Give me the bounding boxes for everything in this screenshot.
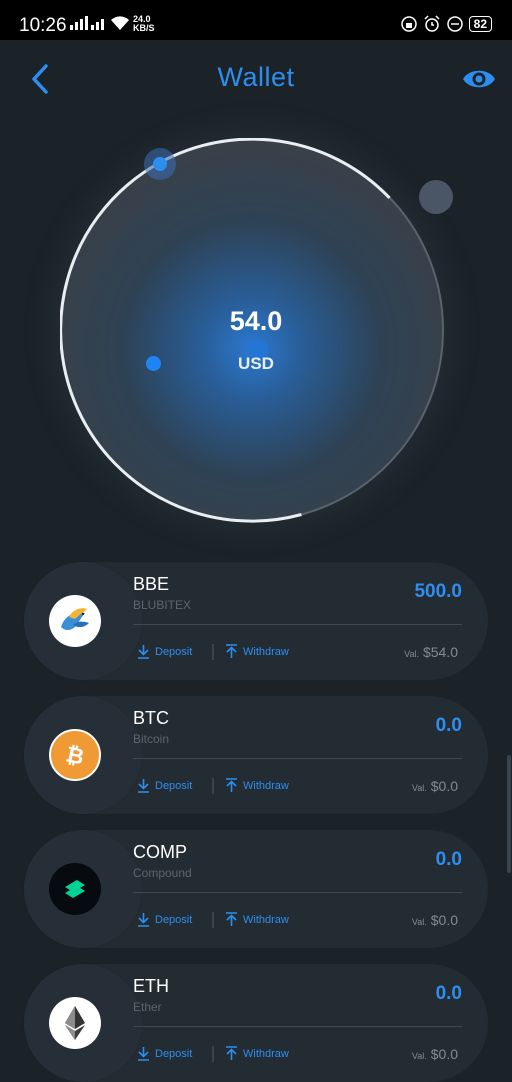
action-divider (212, 1046, 214, 1062)
token-value-amount: $54.0 (422, 644, 458, 660)
token-card-eth[interactable]: ETH Ether 0.0 Deposit Withdraw Val. $0.0 (24, 964, 488, 1082)
divider (133, 624, 462, 625)
signal-icon (70, 16, 104, 30)
token-value: Val. $0.0 (412, 912, 458, 928)
orb-grey-dot (419, 180, 453, 214)
visibility-toggle-button[interactable] (462, 66, 496, 92)
token-value-amount: $0.0 (430, 912, 458, 928)
compound-icon (49, 863, 101, 915)
val-prefix: Val. (411, 783, 427, 793)
token-name: Ether (133, 1000, 162, 1014)
upload-icon (226, 644, 237, 658)
ethereum-icon (49, 997, 101, 1049)
token-symbol: ETH (133, 976, 169, 996)
withdraw-button[interactable]: Withdraw (225, 778, 289, 793)
token-value: Val. $0.0 (412, 778, 458, 794)
token-value-amount: $0.0 (430, 1046, 458, 1062)
val-prefix: Val. (404, 649, 419, 659)
download-icon (138, 1047, 149, 1061)
withdraw-label: Withdraw (243, 779, 289, 792)
token-value: Val. $54.0 (404, 644, 458, 660)
token-value-amount: $0.0 (430, 778, 458, 794)
token-balance: 0.0 (435, 715, 462, 736)
deposit-button[interactable]: Deposit (137, 912, 192, 927)
token-card-btc[interactable]: ₿ BTC Bitcoin 0.0 Deposit Withdraw Val. $… (24, 696, 488, 814)
token-name: Bitcoin (133, 732, 170, 746)
withdraw-label: Withdraw (243, 913, 289, 926)
withdraw-button[interactable]: Withdraw (225, 644, 289, 659)
token-balance: 0.0 (435, 983, 462, 1004)
status-bar: 10:26 24.0 KB/S 82 (0, 0, 512, 40)
withdraw-label: Withdraw (243, 1047, 289, 1060)
deposit-label: Deposit (155, 779, 193, 792)
token-balance: 500.0 (414, 581, 462, 602)
action-divider (212, 644, 214, 660)
deposit-label: Deposit (155, 645, 193, 658)
svg-text:₿: ₿ (63, 742, 86, 770)
upload-icon (226, 778, 237, 792)
token-symbol: COMP (133, 842, 187, 862)
page-title: Wallet (217, 62, 295, 92)
download-icon (138, 913, 149, 927)
deposit-button[interactable]: Deposit (137, 644, 192, 659)
deposit-button[interactable]: Deposit (137, 1046, 192, 1061)
alarm-icon (424, 15, 440, 32)
action-divider (212, 778, 214, 794)
download-icon (138, 645, 149, 659)
network-speed: 24.0 KB/S (133, 15, 155, 33)
token-value: Val. $0.0 (412, 1046, 458, 1062)
dnd-icon (446, 15, 463, 32)
divider (133, 1026, 462, 1027)
token-card-bbe[interactable]: BBE BLUBITEX 500.0 Deposit Withdraw Val.… (24, 562, 488, 680)
orb-slider-knob[interactable] (153, 157, 167, 171)
withdraw-button[interactable]: Withdraw (225, 1046, 289, 1061)
blubitex-bird-icon (49, 595, 101, 647)
token-name: BLUBITEX (133, 598, 192, 612)
status-time: 10:26 (19, 15, 67, 36)
token-card-comp[interactable]: COMP Compound 0.0 Deposit Withdraw Val. $… (24, 830, 488, 948)
balance-orb: 54.0 USD (60, 138, 453, 530)
battery-indicator: 82 (468, 15, 492, 32)
upload-icon (226, 912, 237, 926)
val-prefix: Val. (411, 917, 427, 927)
network-speed-unit: KB/S (133, 23, 155, 33)
divider (133, 758, 462, 759)
token-balance: 0.0 (435, 849, 462, 870)
download-icon (138, 779, 149, 793)
val-prefix: Val. (411, 1051, 427, 1061)
token-symbol: BTC (133, 708, 169, 728)
token-name: Compound (133, 866, 192, 880)
withdraw-button[interactable]: Withdraw (225, 912, 289, 927)
total-balance-unit: USD (238, 354, 274, 373)
deposit-button[interactable]: Deposit (137, 778, 192, 793)
lock-icon (400, 15, 417, 32)
token-symbol: BBE (133, 574, 170, 594)
scrollbar[interactable] (507, 755, 511, 873)
deposit-label: Deposit (155, 913, 193, 926)
withdraw-label: Withdraw (243, 645, 289, 658)
action-divider (212, 912, 214, 928)
wifi-icon (111, 16, 129, 30)
divider (133, 892, 462, 893)
status-icons: 82 (400, 15, 492, 32)
total-balance-value: 54.0 (229, 306, 283, 336)
upload-icon (226, 1046, 237, 1060)
deposit-label: Deposit (155, 1047, 193, 1060)
bitcoin-icon: ₿ (49, 729, 101, 781)
app-header: Wallet (0, 40, 512, 120)
